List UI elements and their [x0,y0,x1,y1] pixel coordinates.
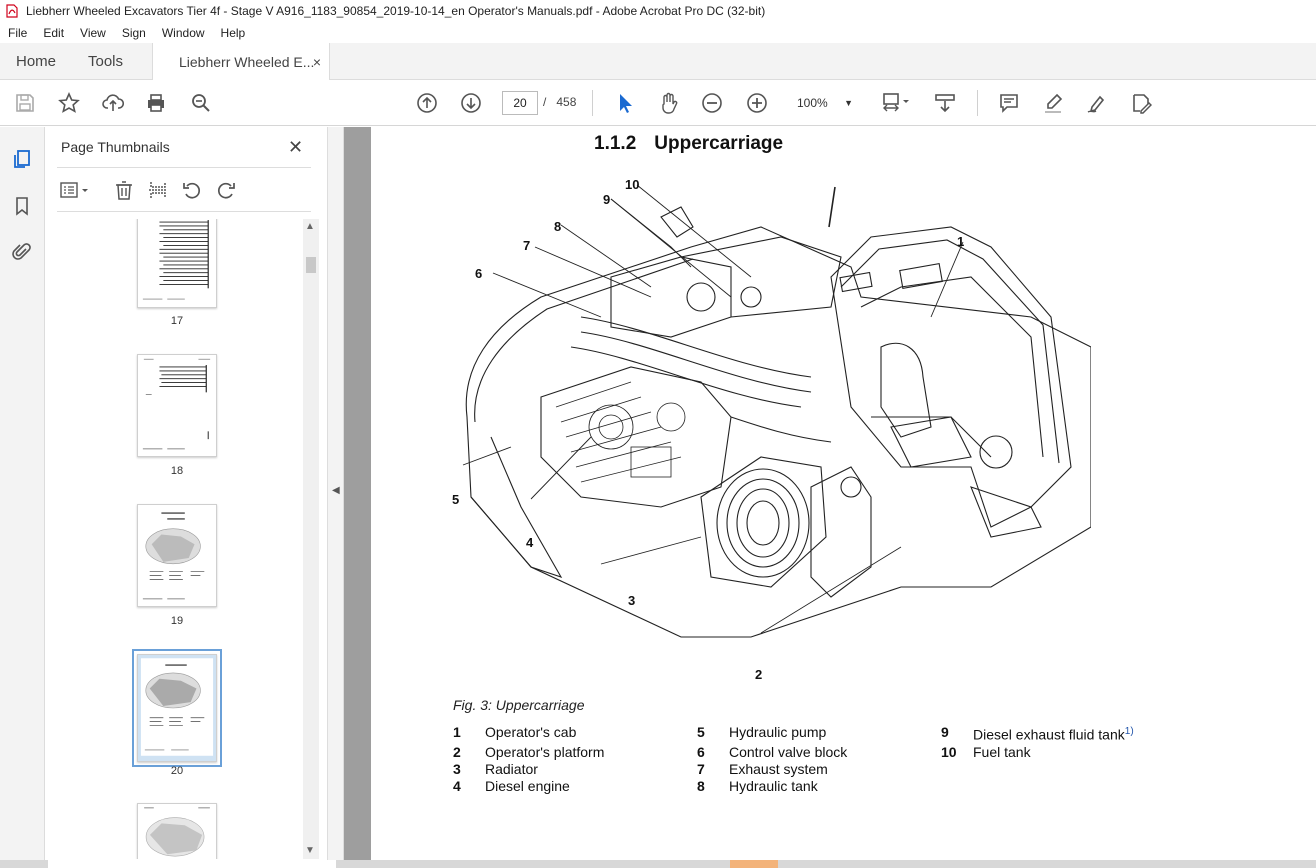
tab-bar: Home Tools Liebherr Wheeled E... × [0,43,1316,81]
tab-home[interactable]: Home [16,43,56,80]
scroll-thumb[interactable] [730,860,778,868]
page-count: / 458 [543,95,577,109]
thumbnail-page-18[interactable] [137,354,217,457]
thumbnails-panel: Page Thumbnails ✕ 17 18 19 20 ▲ ▼ [45,127,327,868]
select-cursor-icon[interactable] [612,90,638,116]
scroll-up-icon[interactable]: ▲ [305,221,315,232]
thumbnail-toolbar [59,177,249,203]
toolbar-divider [592,90,593,116]
tab-tools[interactable]: Tools [88,43,123,80]
figure-caption: Fig. 3: Uppercarriage [453,697,585,713]
zoom-value: 100% [797,96,828,110]
thumbnail-label: 19 [170,615,184,627]
section-title: Uppercarriage [654,133,784,154]
page-layout-icon[interactable] [878,90,914,116]
window-title: Liebherr Wheeled Excavators Tier 4f - St… [26,4,766,18]
rotate-right-icon[interactable] [215,179,237,201]
menu-view[interactable]: View [72,26,114,40]
callout-7: 7 [523,238,531,253]
menu-file[interactable]: File [0,26,35,40]
scroll-mode-icon[interactable] [932,90,958,116]
sign-pen-icon[interactable] [1084,90,1110,116]
footnote-link[interactable]: 1) [1125,726,1134,737]
callout-10: 10 [625,177,640,192]
callout-8: 8 [554,219,562,234]
print-icon[interactable] [143,90,169,116]
title-bar: Liebherr Wheeled Excavators Tier 4f - St… [0,0,1316,22]
next-page-icon[interactable] [458,90,484,116]
thumbnail-image [140,658,214,756]
page-thumbnails-icon[interactable] [10,147,34,171]
close-panel-icon[interactable]: ✕ [288,137,303,158]
thumbnail-scrollbar[interactable]: ▲ ▼ [303,219,319,859]
toolbar-divider [977,90,978,116]
thumbnail-list: 17 18 19 20 [57,219,303,859]
thumbnail-image [144,807,210,857]
divider [57,211,311,212]
menu-window[interactable]: Window [154,26,213,40]
thumbnail-image [142,220,209,300]
pdf-page: 1.1.2 Uppercarriage 1 2 3 4 5 6 7 8 9 10… [371,127,1316,860]
menu-sign[interactable]: Sign [114,26,154,40]
callout-6: 6 [475,266,483,281]
bookmark-star-icon[interactable] [56,90,82,116]
edit-pdf-icon[interactable] [1128,90,1154,116]
thumbnail-page-21[interactable] [137,803,217,859]
thumbnail-image [142,512,205,600]
document-viewport[interactable]: 1.1.2 Uppercarriage 1 2 3 4 5 6 7 8 9 10… [344,127,1316,860]
menu-bar: File Edit View Sign Window Help [0,22,1316,43]
panel-splitter[interactable]: ◀ [327,127,344,868]
share-upload-icon[interactable] [100,90,126,116]
thumbnail-label: 17 [170,315,184,327]
attachments-icon[interactable] [10,240,34,264]
menu-help[interactable]: Help [213,26,254,40]
thumbnail-image [142,358,211,450]
zoom-in-icon[interactable] [744,90,770,116]
options-menu-icon[interactable] [59,179,91,201]
scrollbar-track [48,860,336,868]
tab-document-label: Liebherr Wheeled E... [179,54,315,70]
thumbnail-page-20[interactable] [132,649,222,767]
zoom-search-icon[interactable] [188,90,214,116]
zoom-out-icon[interactable] [699,90,725,116]
collapse-panel-icon[interactable]: ◀ [332,485,340,496]
delete-page-icon[interactable] [113,179,135,201]
zoom-select[interactable]: 100% ▼ [789,91,857,115]
menu-edit[interactable]: Edit [35,26,72,40]
callout-5: 5 [452,492,460,507]
callout-9: 9 [603,192,611,207]
scroll-down-icon[interactable]: ▼ [305,845,315,856]
section-number: 1.1.2 [594,133,637,154]
tab-document[interactable]: Liebherr Wheeled E... × [152,43,330,81]
thumbnail-label: 18 [170,465,184,477]
acrobat-icon [6,4,18,18]
previous-page-icon[interactable] [414,90,440,116]
callout-3: 3 [628,593,636,608]
scroll-thumb[interactable] [306,257,316,273]
callout-2: 2 [755,667,763,682]
thumbnail-page-19[interactable] [137,504,217,607]
rotate-left-icon[interactable] [181,179,203,201]
save-icon[interactable] [12,90,38,116]
comment-icon[interactable] [996,90,1022,116]
divider [57,167,311,168]
chevron-down-icon: ▼ [844,98,853,108]
left-rail [0,127,45,868]
tab-close-icon[interactable]: × [313,54,321,70]
thumbnail-label: 20 [170,765,184,777]
callout-4: 4 [526,535,534,550]
hand-tool-icon[interactable] [655,90,681,116]
panel-title: Page Thumbnails [61,139,170,155]
highlight-pen-icon[interactable] [1040,90,1066,116]
thumbnail-page-17[interactable] [137,219,217,308]
section-heading: 1.1.2 Uppercarriage [594,133,783,155]
extract-page-icon[interactable] [147,179,169,201]
bookmarks-icon[interactable] [10,194,34,218]
page-number-input[interactable]: 20 [502,91,538,115]
horizontal-scrollbar[interactable] [0,860,1316,868]
callout-1: 1 [957,234,965,249]
